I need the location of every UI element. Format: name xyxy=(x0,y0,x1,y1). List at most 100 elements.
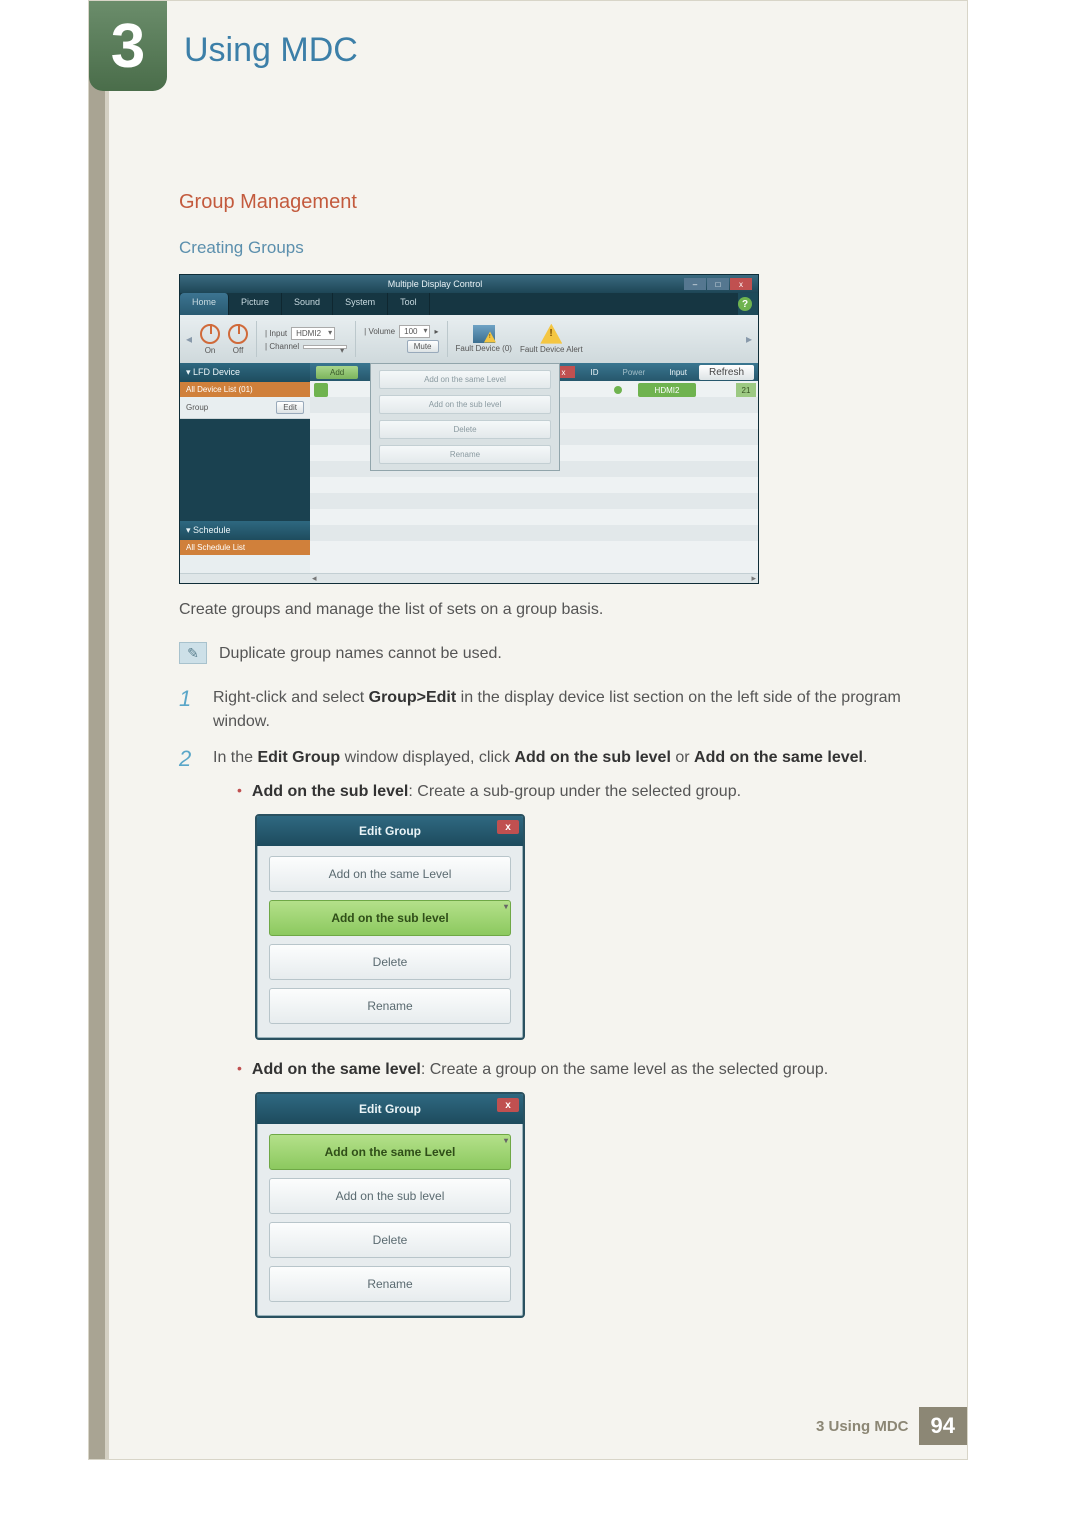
popup-add-same-level[interactable]: Add on the same Level xyxy=(379,370,551,389)
dialog-title: Edit Group x xyxy=(257,1094,523,1124)
lfd-device-header[interactable]: ▾ LFD Device xyxy=(180,363,310,382)
dlg-delete[interactable]: Delete xyxy=(269,944,511,980)
power-icon xyxy=(200,324,220,344)
window-controls: – □ x xyxy=(684,278,752,290)
dialog-close-icon[interactable]: x xyxy=(497,1098,519,1112)
volume-play-icon[interactable]: ▸ xyxy=(434,327,438,336)
group-row[interactable]: Group Edit xyxy=(180,397,310,419)
fault-alert-label: Fault Device Alert xyxy=(520,346,583,355)
tab-home[interactable]: Home xyxy=(180,293,229,315)
step2-d: or xyxy=(671,749,694,766)
page-footer: 3 Using MDC 94 xyxy=(816,1407,967,1445)
dlg-rename[interactable]: Rename xyxy=(269,1266,511,1302)
popup-rename[interactable]: Rename xyxy=(379,445,551,464)
note-icon: ✎ xyxy=(179,642,207,664)
channel-label: | Channel xyxy=(265,342,299,351)
input-chip: HDMI2 xyxy=(638,383,696,397)
ribbon-toolbar: ◂ On Off | Input HDMI2 | Channel xyxy=(180,315,758,363)
popup-delete[interactable]: Delete xyxy=(379,420,551,439)
side-stripe xyxy=(89,1,105,1459)
fault-count-label: Fault Device (0) xyxy=(456,345,512,354)
section-heading: Group Management xyxy=(179,191,939,214)
dlg-rename[interactable]: Rename xyxy=(269,988,511,1024)
group-label: Group xyxy=(186,403,208,412)
nav-next-icon[interactable]: ▸ xyxy=(746,332,752,346)
bullet2-bold: Add on the same level xyxy=(252,1061,421,1078)
dlg-delete[interactable]: Delete xyxy=(269,1222,511,1258)
dlg-add-same-level[interactable]: Add on the same Level xyxy=(269,856,511,892)
col-power: Power xyxy=(611,366,658,379)
subsection-heading: Creating Groups xyxy=(179,238,939,258)
mdc-screenshot: Multiple Display Control – □ x Home Pict… xyxy=(179,274,759,584)
help-icon[interactable]: ? xyxy=(738,297,752,311)
tab-system[interactable]: System xyxy=(333,293,388,315)
note-row: ✎ Duplicate group names cannot be used. xyxy=(179,642,939,666)
popup-add-sub-level[interactable]: Add on the sub level xyxy=(379,395,551,414)
step-2: 2 In the Edit Group window displayed, cl… xyxy=(179,746,939,1336)
edit-button[interactable]: Edit xyxy=(276,401,304,414)
power-on-label: On xyxy=(205,346,216,355)
bullet-same-level: Add on the same level: Create a group on… xyxy=(237,1058,939,1082)
scroll-left-icon[interactable]: ◂ xyxy=(312,573,317,584)
chapter-title: Using MDC xyxy=(184,31,358,70)
bullet1-rest: : Create a sub-group under the selected … xyxy=(408,783,741,800)
row-check-icon[interactable] xyxy=(314,383,328,397)
add-button[interactable]: Add xyxy=(316,366,358,379)
tab-picture[interactable]: Picture xyxy=(229,293,282,315)
power-status-icon xyxy=(614,386,622,394)
mute-button[interactable]: Mute xyxy=(407,340,439,353)
page-number: 94 xyxy=(919,1407,967,1445)
power-off[interactable]: Off xyxy=(228,324,248,355)
dialog-title: Edit Group x xyxy=(257,816,523,846)
intro-text: Create groups and manage the list of set… xyxy=(179,598,939,622)
window-titlebar: Multiple Display Control – □ x xyxy=(180,275,758,293)
step2-c: window displayed, click xyxy=(340,749,514,766)
ribbon-tabs: Home Picture Sound System Tool xyxy=(180,293,738,315)
tab-tool[interactable]: Tool xyxy=(388,293,430,315)
note-text: Duplicate group names cannot be used. xyxy=(219,642,502,666)
all-schedule-list[interactable]: All Schedule List xyxy=(180,540,310,555)
schedule-header[interactable]: ▾ Schedule xyxy=(180,521,310,540)
fault-device[interactable]: Fault Device (0) xyxy=(456,325,512,354)
input-label: | Input xyxy=(265,329,287,338)
value-21: 21 xyxy=(736,383,756,397)
monitor-icon xyxy=(473,325,495,343)
document-page: 3 Using MDC Group Management Creating Gr… xyxy=(88,0,968,1460)
step-number: 2 xyxy=(179,746,199,1336)
chapter-badge: 3 xyxy=(89,1,167,91)
power-on[interactable]: On xyxy=(200,324,220,355)
dialog-close-icon[interactable]: x xyxy=(497,820,519,834)
footer-label: 3 Using MDC xyxy=(816,1418,909,1435)
step2-e: . xyxy=(863,749,867,766)
window-title: Multiple Display Control xyxy=(388,279,483,289)
nav-prev-icon[interactable]: ◂ xyxy=(186,332,192,346)
edit-group-dialog-same: Edit Group x Add on the same Level Add o… xyxy=(255,1092,525,1318)
input-select[interactable]: HDMI2 xyxy=(291,327,335,340)
close-button[interactable]: x xyxy=(730,278,752,290)
device-list-area: HDMI2 21 Add on the same Level Add on th… xyxy=(310,381,758,551)
volume-value[interactable]: 100 xyxy=(399,325,430,338)
fault-alert[interactable]: Fault Device Alert xyxy=(520,324,583,355)
dlg-add-sub-level[interactable]: Add on the sub level xyxy=(269,900,511,936)
edit-group-popup: Add on the same Level Add on the sub lev… xyxy=(370,363,560,471)
minimize-button[interactable]: – xyxy=(684,278,706,290)
main-panel: Add Edit Group x ID Power Input Refresh xyxy=(310,363,758,573)
power-icon xyxy=(228,324,248,344)
side-panel: ▾ LFD Device All Device List (01) Group … xyxy=(180,363,310,573)
step2-b1: Edit Group xyxy=(257,749,340,766)
dlg-add-sub-level[interactable]: Add on the sub level xyxy=(269,1178,511,1214)
maximize-button[interactable]: □ xyxy=(707,278,729,290)
scroll-right-icon[interactable]: ▸ xyxy=(751,573,756,584)
all-device-list[interactable]: All Device List (01) xyxy=(180,382,310,397)
warning-icon xyxy=(540,324,562,344)
power-off-label: Off xyxy=(233,346,244,355)
step1-bold: Group>Edit xyxy=(369,689,457,706)
volume-label: | Volume xyxy=(364,327,395,336)
dlg-add-same-level[interactable]: Add on the same Level xyxy=(269,1134,511,1170)
col-id: ID xyxy=(579,366,611,379)
tab-sound[interactable]: Sound xyxy=(282,293,333,315)
channel-select[interactable] xyxy=(303,345,347,349)
step2-b2: Add on the sub level xyxy=(514,749,670,766)
bullet-sub-level: Add on the sub level: Create a sub-group… xyxy=(237,780,939,804)
refresh-button[interactable]: Refresh xyxy=(699,365,754,380)
